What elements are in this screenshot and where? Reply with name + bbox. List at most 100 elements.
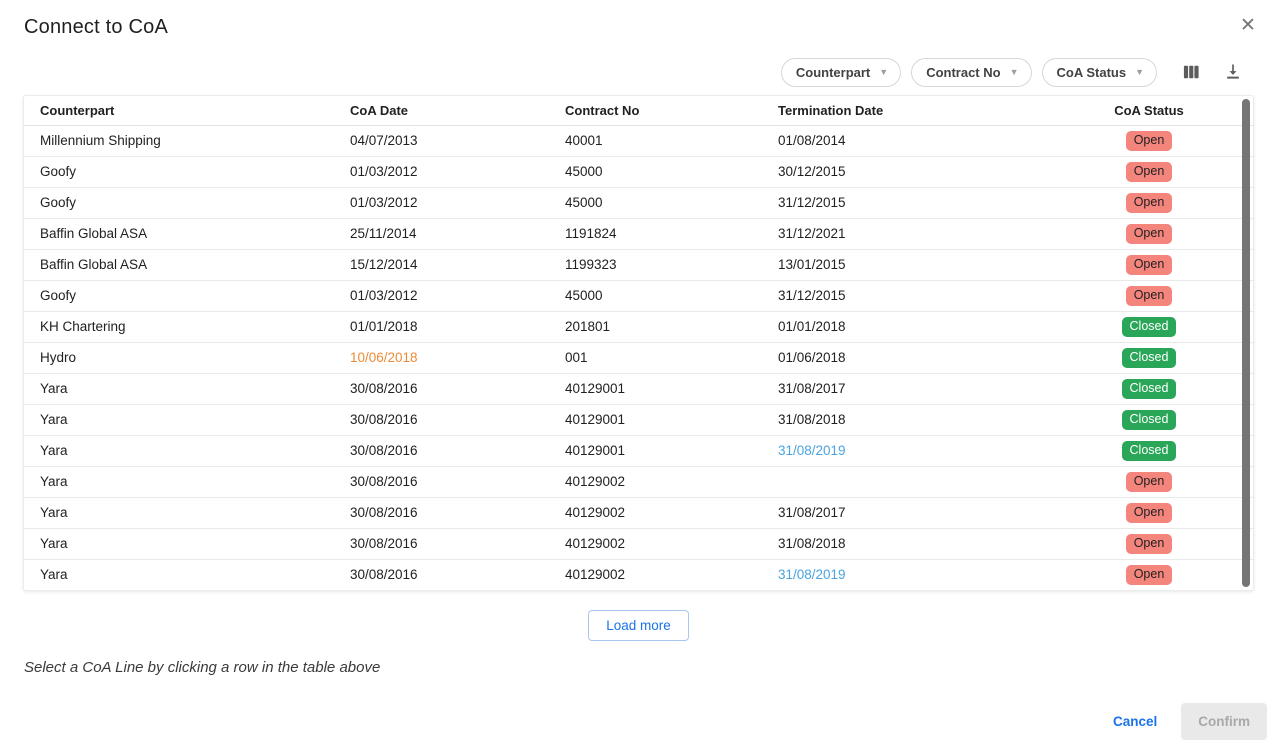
download-icon[interactable] — [1221, 60, 1245, 84]
status-badge: Closed — [1122, 317, 1177, 337]
close-icon[interactable]: ✕ — [1236, 14, 1260, 38]
cell: 30/12/2015 — [762, 156, 1065, 187]
cell: KH Chartering — [24, 311, 334, 342]
cell: Open — [1065, 218, 1253, 249]
hint-text: Select a CoA Line by clicking a row in t… — [24, 659, 1277, 676]
table-row[interactable]: Hydro10/06/201800101/06/2018Closed — [24, 342, 1253, 373]
filter-chip-counterpart[interactable]: Counterpart ▼ — [781, 58, 901, 87]
table-row[interactable]: Yara30/08/20164012900131/08/2017Closed — [24, 373, 1253, 404]
cell: Open — [1065, 528, 1253, 559]
cell: 201801 — [549, 311, 762, 342]
cell: 30/08/2016 — [334, 466, 549, 497]
table-row[interactable]: Yara30/08/20164012900231/08/2017Open — [24, 497, 1253, 528]
table-row[interactable]: Yara30/08/20164012900231/08/2018Open — [24, 528, 1253, 559]
cell: Goofy — [24, 280, 334, 311]
cell: Goofy — [24, 187, 334, 218]
table-row[interactable]: Millennium Shipping04/07/20134000101/08/… — [24, 125, 1253, 156]
chevron-down-icon: ▼ — [1135, 67, 1144, 77]
cell: 31/12/2015 — [762, 187, 1065, 218]
cell: 40129002 — [549, 466, 762, 497]
cell: 01/03/2012 — [334, 156, 549, 187]
cell: Yara — [24, 435, 334, 466]
filter-chip-coa-status[interactable]: CoA Status ▼ — [1042, 58, 1158, 87]
status-badge: Open — [1126, 224, 1173, 244]
table-row[interactable]: Yara30/08/20164012900231/08/2019Open — [24, 559, 1253, 590]
column-header-coa-date: CoA Date — [334, 96, 549, 125]
cell: 1191824 — [549, 218, 762, 249]
cell: 30/08/2016 — [334, 435, 549, 466]
cell: 001 — [549, 342, 762, 373]
cell: Closed — [1065, 435, 1253, 466]
table-row[interactable]: Goofy01/03/20124500031/12/2015Open — [24, 280, 1253, 311]
cell: 45000 — [549, 187, 762, 218]
status-badge: Open — [1126, 472, 1173, 492]
cell — [762, 466, 1065, 497]
filter-toolbar: Counterpart ▼ Contract No ▼ CoA Status ▼ — [0, 57, 1277, 87]
cell: 40129002 — [549, 528, 762, 559]
cell: Open — [1065, 249, 1253, 280]
cell: 31/08/2017 — [762, 497, 1065, 528]
cell: 31/12/2021 — [762, 218, 1065, 249]
load-more-button[interactable]: Load more — [588, 610, 689, 641]
status-badge: Closed — [1122, 410, 1177, 430]
cell: 40001 — [549, 125, 762, 156]
chevron-down-icon: ▼ — [879, 67, 888, 77]
coa-table: Counterpart CoA Date Contract No Termina… — [23, 95, 1254, 591]
cell: Hydro — [24, 342, 334, 373]
cell: 01/08/2014 — [762, 125, 1065, 156]
cell: 40129001 — [549, 373, 762, 404]
cell: Closed — [1065, 342, 1253, 373]
cell: Millennium Shipping — [24, 125, 334, 156]
cell: 01/03/2012 — [334, 280, 549, 311]
cell: Yara — [24, 404, 334, 435]
confirm-button[interactable]: Confirm — [1181, 703, 1267, 740]
table-row[interactable]: Yara30/08/20164012900131/08/2019 Closed — [24, 435, 1253, 466]
table-row[interactable]: Yara30/08/20164012900131/08/2018 Closed — [24, 404, 1253, 435]
filter-chip-label: Contract No — [926, 65, 1000, 80]
cell: 40129001 — [549, 404, 762, 435]
status-badge: Closed — [1122, 441, 1177, 461]
cancel-button[interactable]: Cancel — [1097, 704, 1173, 739]
table-row[interactable]: Baffin Global ASA15/12/2014119932313/01/… — [24, 249, 1253, 280]
table-row[interactable]: Goofy01/03/20124500031/12/2015Open — [24, 187, 1253, 218]
cell: 31/08/2018 — [762, 404, 1065, 435]
cell: Goofy — [24, 156, 334, 187]
table-header: Counterpart CoA Date Contract No Termina… — [24, 96, 1253, 125]
cell: 31/08/2018 — [762, 528, 1065, 559]
cell: Open — [1065, 187, 1253, 218]
cell: 01/03/2012 — [334, 187, 549, 218]
scrollbar[interactable] — [1242, 99, 1250, 587]
cell: 31/08/2019 — [762, 559, 1065, 590]
table-row[interactable]: Yara30/08/201640129002 Open — [24, 466, 1253, 497]
cell: 31/08/2017 — [762, 373, 1065, 404]
filter-chip-label: CoA Status — [1057, 65, 1127, 80]
cell: 15/12/2014 — [334, 249, 549, 280]
cell: 01/06/2018 — [762, 342, 1065, 373]
status-badge: Open — [1126, 503, 1173, 523]
filter-chip-contract-no[interactable]: Contract No ▼ — [911, 58, 1031, 87]
cell: Open — [1065, 559, 1253, 590]
cell: 10/06/2018 — [334, 342, 549, 373]
table-row[interactable]: Baffin Global ASA25/11/2014119182431/12/… — [24, 218, 1253, 249]
table-row[interactable]: KH Chartering01/01/201820180101/01/2018C… — [24, 311, 1253, 342]
page-title: Connect to CoA — [24, 16, 1253, 39]
cell: Open — [1065, 125, 1253, 156]
column-header-counterpart: Counterpart — [24, 96, 334, 125]
cell: 30/08/2016 — [334, 404, 549, 435]
cell: 01/01/2018 — [334, 311, 549, 342]
cell: Open — [1065, 497, 1253, 528]
cell: Yara — [24, 528, 334, 559]
cell: 25/11/2014 — [334, 218, 549, 249]
table-row[interactable]: Goofy01/03/20124500030/12/2015 Open — [24, 156, 1253, 187]
view-columns-icon[interactable] — [1179, 60, 1203, 84]
cell: Baffin Global ASA — [24, 218, 334, 249]
chevron-down-icon: ▼ — [1010, 67, 1019, 77]
cell: 30/08/2016 — [334, 528, 549, 559]
status-badge: Open — [1126, 565, 1173, 585]
cell: 45000 — [549, 156, 762, 187]
cell: Yara — [24, 466, 334, 497]
cell: Closed — [1065, 373, 1253, 404]
cell: 31/08/2019 — [762, 435, 1065, 466]
status-badge: Open — [1126, 162, 1173, 182]
cell: 40129001 — [549, 435, 762, 466]
